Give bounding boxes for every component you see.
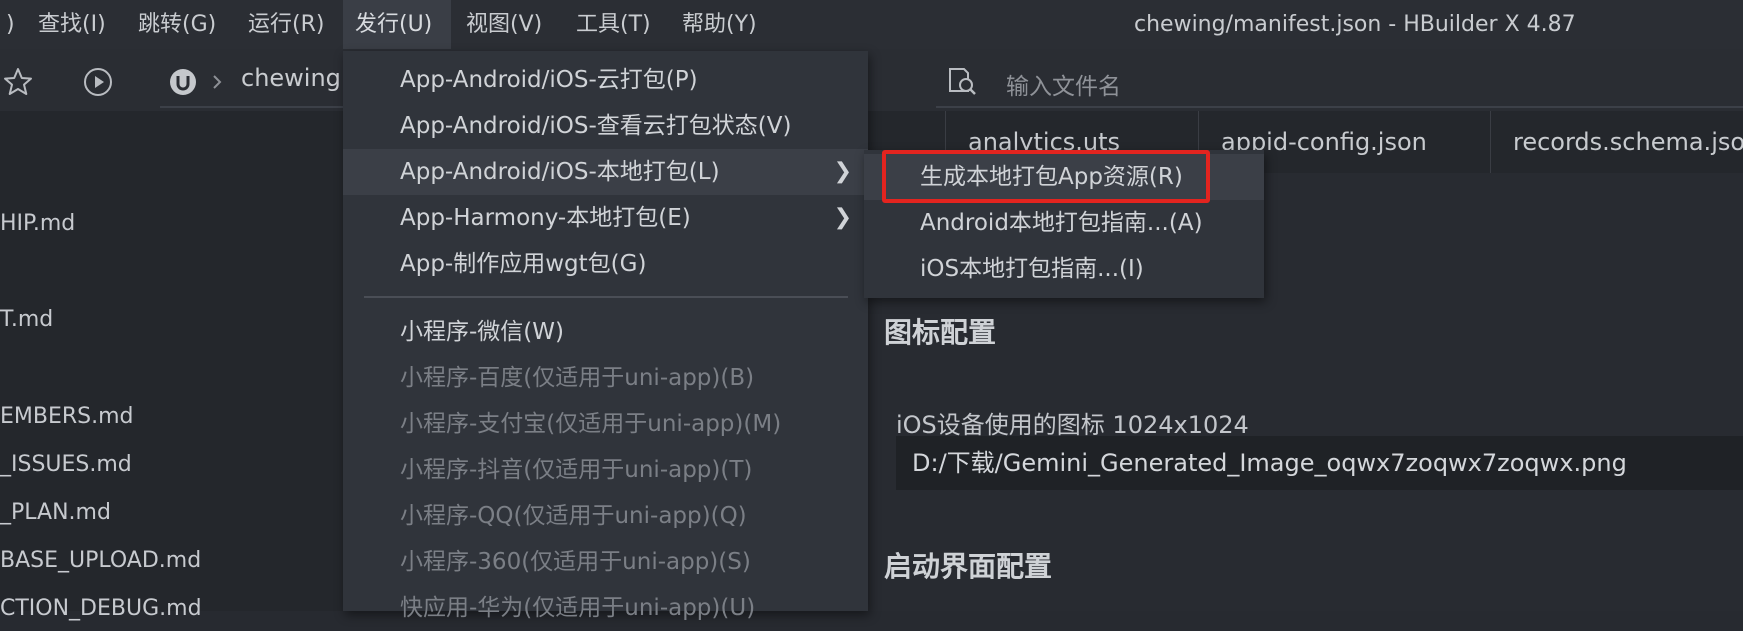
- menu-item-label: App-Android/iOS-云打包(P): [400, 67, 698, 93]
- menu-item-cloud-pack[interactable]: App-Android/iOS-云打包(P): [343, 57, 868, 103]
- menu-separator: [364, 296, 848, 298]
- chevron-right-icon: ❯: [833, 159, 852, 184]
- menu-item-mp-360[interactable]: 小程序-360(仅适用于uni-app)(S): [343, 539, 868, 585]
- menu-item-label: 小程序-微信(W): [400, 319, 564, 345]
- menu-item-label: App-Android/iOS-查看云打包状态(V): [400, 113, 792, 139]
- file-item[interactable]: _PLAN.md: [0, 500, 111, 525]
- menu-item-mp-toutiao[interactable]: 小程序-抖音(仅适用于uni-app)(T): [343, 447, 868, 493]
- file-item[interactable]: EMBERS.md: [0, 404, 134, 429]
- star-icon[interactable]: [2, 66, 34, 98]
- menu-item-goto[interactable]: 跳转(G): [126, 0, 228, 49]
- ios-icon-label: iOS设备使用的图标 1024x1024: [896, 411, 1249, 439]
- file-item[interactable]: HIP.md: [0, 211, 75, 236]
- ios-icon-path-field[interactable]: [896, 436, 1743, 490]
- menu-item-partial[interactable]: ): [0, 0, 27, 49]
- splash-config-heading: 启动界面配置: [884, 550, 1053, 583]
- menu-item-view[interactable]: 视图(V): [454, 0, 554, 49]
- menu-item-label: App-Harmony-本地打包(E): [400, 205, 691, 231]
- menu-item-label: 小程序-百度(仅适用于uni-app)(B): [400, 365, 755, 391]
- menu-item-harmony-local-pack[interactable]: App-Harmony-本地打包(E) ❯: [343, 195, 868, 241]
- run-icon[interactable]: [83, 67, 113, 97]
- file-search-icon[interactable]: [946, 67, 978, 97]
- menu-item-mp-qq[interactable]: 小程序-QQ(仅适用于uni-app)(Q): [343, 493, 868, 539]
- menu-item-label: 小程序-QQ(仅适用于uni-app)(Q): [400, 503, 747, 529]
- menu-item-cloud-pack-status[interactable]: App-Android/iOS-查看云打包状态(V): [343, 103, 868, 149]
- icon-config-heading: 图标配置: [884, 316, 997, 349]
- menu-item-label: App-制作应用wgt包(G): [400, 251, 647, 277]
- menu-item-label: 小程序-抖音(仅适用于uni-app)(T): [400, 457, 753, 483]
- menu-item-label: App-Android/iOS-本地打包(L): [400, 159, 720, 185]
- breadcrumb-underline: [160, 106, 345, 108]
- menu-item-quickapp-huawei[interactable]: 快应用-华为(仅适用于uni-app)(U): [343, 585, 868, 631]
- menu-item-label: 小程序-360(仅适用于uni-app)(S): [400, 549, 751, 575]
- file-item[interactable]: T.md: [0, 307, 53, 332]
- menu-bar: ) 查找(I) 跳转(G) 运行(R) 发行(U) 视图(V) 工具(T) 帮助…: [0, 0, 1743, 49]
- menu-item-label: 快应用-华为(仅适用于uni-app)(U): [400, 595, 756, 621]
- window-title: chewing/manifest.json - HBuilder X 4.87: [1134, 12, 1576, 37]
- menu-item-local-pack[interactable]: App-Android/iOS-本地打包(L) ❯: [343, 149, 868, 195]
- red-highlight-box: [882, 150, 1210, 203]
- file-item[interactable]: BASE_UPLOAD.md: [0, 548, 201, 573]
- submenu-item-android-guide[interactable]: Android本地打包指南...(A): [864, 200, 1264, 246]
- menu-item-wgt-pack[interactable]: App-制作应用wgt包(G): [343, 241, 868, 287]
- tab-records-schema[interactable]: records.schema.json: [1490, 111, 1743, 173]
- menu-item-help[interactable]: 帮助(Y): [670, 0, 769, 49]
- menu-item-mp-weixin[interactable]: 小程序-微信(W): [343, 309, 868, 355]
- file-item[interactable]: CTION_DEBUG.md: [0, 596, 202, 621]
- file-search-input[interactable]: 输入文件名: [1006, 67, 1121, 101]
- uniapp-logo-icon: [170, 69, 196, 95]
- search-underline: [936, 106, 1743, 108]
- menu-item-run[interactable]: 运行(R): [236, 0, 336, 49]
- menu-item-tools[interactable]: 工具(T): [564, 0, 663, 49]
- menu-item-find[interactable]: 查找(I): [26, 0, 118, 49]
- chevron-right-icon: ❯: [833, 205, 852, 230]
- menu-item-mp-baidu[interactable]: 小程序-百度(仅适用于uni-app)(B): [343, 355, 868, 401]
- breadcrumb-project[interactable]: chewing: [241, 64, 341, 92]
- submenu-item-ios-guide[interactable]: iOS本地打包指南...(I): [864, 246, 1264, 292]
- menu-item-publish[interactable]: 发行(U): [343, 0, 451, 49]
- breadcrumb-chevron-icon: [213, 75, 222, 89]
- file-item[interactable]: _ISSUES.md: [0, 452, 132, 477]
- menu-item-label: 小程序-支付宝(仅适用于uni-app)(M): [400, 411, 782, 437]
- project-sidebar: HIP.md T.md EMBERS.md _ISSUES.md _PLAN.m…: [0, 111, 343, 621]
- menu-item-mp-alipay[interactable]: 小程序-支付宝(仅适用于uni-app)(M): [343, 401, 868, 447]
